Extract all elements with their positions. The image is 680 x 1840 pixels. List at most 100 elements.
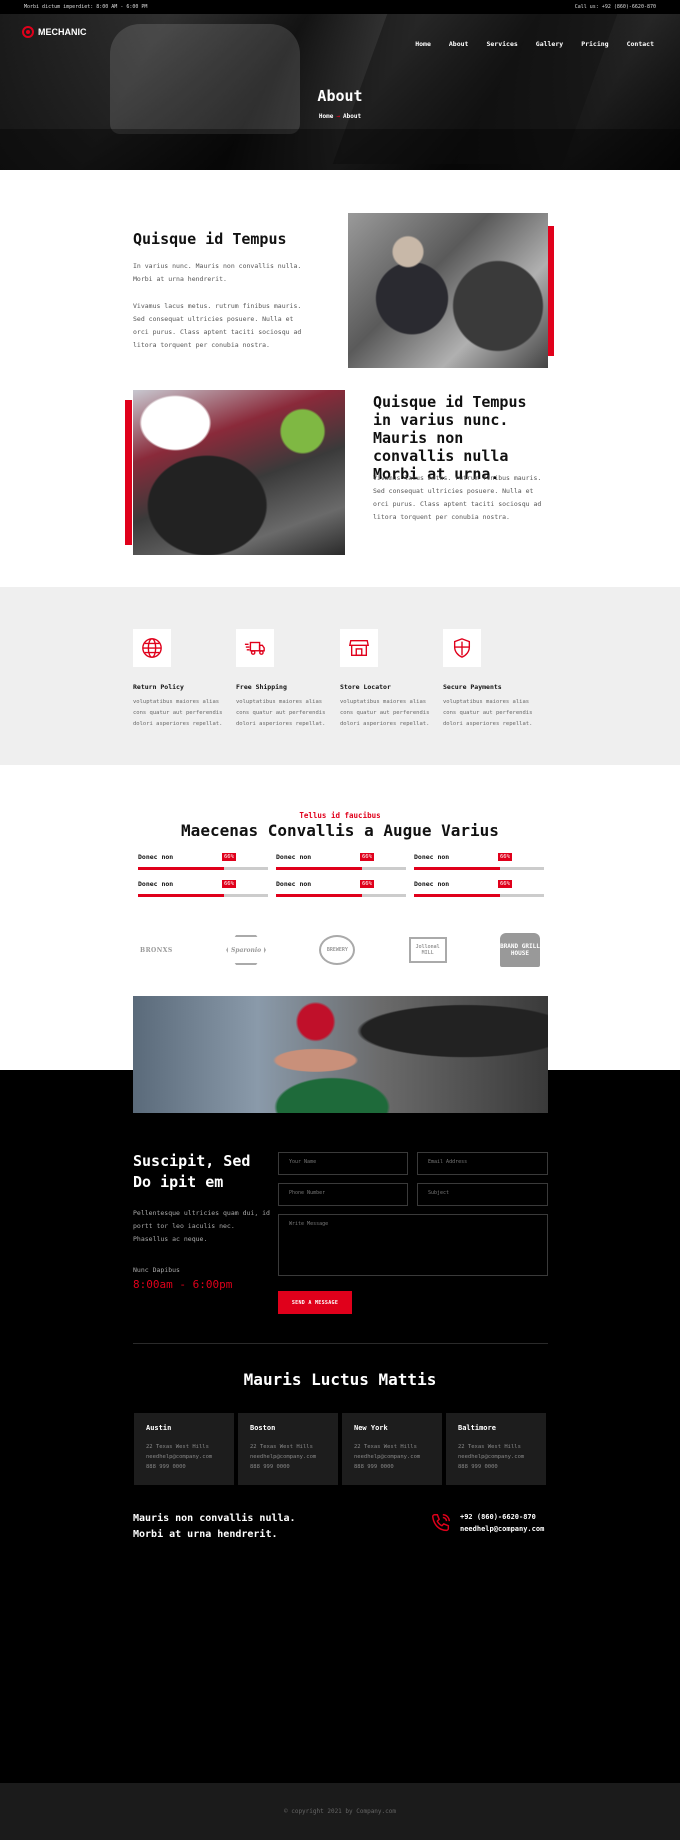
brand-logo-grill-house: BRAND GRILL HOUSE	[499, 933, 540, 967]
progress-bar: Donec non 66%	[414, 880, 544, 902]
name-field[interactable]: Your Name	[278, 1152, 408, 1175]
feature-return-policy: Return Policy voluptatibus maiores alias…	[133, 629, 228, 730]
message-textarea[interactable]: Write Message	[278, 1214, 548, 1276]
hours-value: 8:00am - 6:00pm	[133, 1278, 233, 1291]
red-accent-bar	[547, 226, 554, 356]
feature-store-locator: Store Locator voluptatibus maiores alias…	[340, 629, 435, 730]
progress-bar: Donec non 66%	[414, 853, 544, 875]
mechanic-motorcycle-photo	[348, 213, 548, 368]
progress-label: Donec non	[276, 853, 312, 861]
hours-label: Nunc Dapibus	[133, 1266, 180, 1274]
feature-free-shipping: Free Shipping voluptatibus maiores alias…	[236, 629, 331, 730]
progress-percent: 66%	[222, 853, 236, 861]
progress-label: Donec non	[138, 880, 174, 888]
location-city: Boston	[250, 1424, 276, 1432]
hero-banner: MECHANIC Home About Services Gallery Pri…	[0, 14, 680, 170]
about1-paragraph-2: Vivamus lacus metus. rutrum finibus maur…	[133, 302, 302, 349]
contact-section: Suscipit, Sed Do ipit em Pellentesque ul…	[0, 996, 680, 1840]
location-card: New York 22 Texas West Hills needhelp@co…	[342, 1413, 442, 1485]
progress-bar: Donec non 66%	[138, 853, 268, 875]
breadcrumb-home[interactable]: Home	[319, 113, 333, 120]
breadcrumb: Home → About	[0, 113, 680, 120]
nav-home[interactable]: Home	[415, 40, 431, 48]
brand-logo-bronxs: BRONXS	[140, 946, 173, 954]
send-message-button[interactable]: SEND A MESSAGE	[278, 1291, 352, 1314]
store-icon	[348, 639, 370, 657]
page-title: About	[317, 87, 363, 105]
phone-field[interactable]: Phone Number	[278, 1183, 408, 1206]
feature-text: voluptatibus maiores alias cons quatur a…	[133, 699, 223, 727]
location-phone: 888 999 0000	[354, 1464, 394, 1470]
brand-logo-sparonio: Sparonio	[226, 935, 267, 965]
progress-percent: 66%	[498, 880, 512, 888]
features-section: Return Policy voluptatibus maiores alias…	[0, 587, 680, 765]
delivery-truck-icon	[244, 641, 265, 655]
progress-percent: 66%	[360, 853, 374, 861]
footer-tagline-line2: Morbi at urna hendrerit.	[133, 1529, 278, 1540]
red-accent-bar	[125, 400, 132, 545]
progress-label: Donec non	[414, 853, 450, 861]
site-logo[interactable]: MECHANIC	[22, 26, 87, 38]
feature-secure-payments: Secure Payments voluptatibus maiores ali…	[443, 629, 538, 730]
footer-email[interactable]: needhelp@company.com	[460, 1523, 544, 1535]
contact-text: Pellentesque ultricies quam dui, id port…	[133, 1209, 270, 1243]
about1-paragraph-1: In varius nunc. Mauris non convallis nul…	[133, 262, 302, 283]
progress-label: Donec non	[276, 880, 312, 888]
phone-icon	[432, 1514, 450, 1532]
nav-services[interactable]: Services	[486, 40, 517, 48]
nav-pricing[interactable]: Pricing	[581, 40, 608, 48]
footer-phone[interactable]: +92 (860)-6620-870	[460, 1511, 544, 1523]
progress-fill	[138, 894, 224, 897]
nav-gallery[interactable]: Gallery	[536, 40, 563, 48]
breadcrumb-arrow-icon: →	[336, 113, 340, 120]
progress-bar: Donec non 66%	[276, 880, 406, 902]
feature-text: voluptatibus maiores alias cons quatur a…	[340, 699, 430, 727]
female-mechanic-photo	[133, 996, 548, 1113]
location-email[interactable]: needhelp@company.com	[354, 1452, 430, 1462]
about2-title: Quisque id Tempus in varius nunc. Mauris…	[373, 393, 527, 483]
location-email[interactable]: needhelp@company.com	[458, 1452, 534, 1462]
location-phone: 888 999 0000	[458, 1464, 498, 1470]
feature-text: voluptatibus maiores alias cons quatur a…	[443, 699, 533, 727]
feature-title: Secure Payments	[443, 683, 502, 691]
progress-bar: Donec non 66%	[276, 853, 406, 875]
progress-percent: 66%	[360, 880, 374, 888]
gear-logo-icon	[22, 26, 34, 38]
brand-name: MECHANIC	[38, 27, 87, 37]
location-phone: 888 999 0000	[250, 1464, 290, 1470]
nav-contact[interactable]: Contact	[627, 40, 654, 48]
breadcrumb-current: About	[343, 113, 362, 120]
globe-icon	[142, 638, 162, 658]
progress-percent: 66%	[498, 853, 512, 861]
feature-title: Store Locator	[340, 683, 391, 691]
copyright-bar: © copyright 2021 by Company.com	[0, 1783, 680, 1840]
skills-title: Maecenas Convallis a Augue Varius	[181, 821, 499, 840]
location-address: 22 Texas West Hills	[458, 1444, 521, 1450]
subject-field[interactable]: Subject	[417, 1183, 548, 1206]
main-nav: Home About Services Gallery Pricing Cont…	[415, 40, 654, 48]
about-section-1: Quisque id Tempus In varius nunc. Mauris…	[0, 170, 680, 380]
progress-fill	[414, 894, 500, 897]
section-divider	[133, 1343, 548, 1344]
brand-logos: BRONXS Sparonio BREWERY Jollonal MILL BR…	[140, 933, 540, 967]
location-email[interactable]: needhelp@company.com	[250, 1452, 326, 1462]
progress-label: Donec non	[414, 880, 450, 888]
feature-title: Return Policy	[133, 683, 184, 691]
opening-hours-text: Morbi dictum imperdiet: 8:00 AM - 6:00 P…	[24, 4, 148, 10]
location-address: 22 Texas West Hills	[250, 1444, 313, 1450]
location-city: Austin	[146, 1424, 172, 1432]
hero-floor-shape	[0, 129, 680, 170]
email-field[interactable]: Email Address	[417, 1152, 548, 1175]
location-city: Baltimore	[458, 1424, 496, 1432]
nav-about[interactable]: About	[449, 40, 469, 48]
shield-icon	[453, 638, 471, 658]
location-address: 22 Texas West Hills	[354, 1444, 417, 1450]
location-email[interactable]: needhelp@company.com	[146, 1452, 222, 1462]
footer-contact: +92 (860)-6620-870 needhelp@company.com	[430, 1511, 544, 1535]
progress-fill	[276, 894, 362, 897]
feature-title: Free Shipping	[236, 683, 287, 691]
progress-label: Donec non	[138, 853, 174, 861]
location-card: Austin 22 Texas West Hills needhelp@comp…	[134, 1413, 234, 1485]
location-city: New York	[354, 1424, 388, 1432]
call-us-text: Call us: +92 (860)-6620-870	[574, 4, 656, 10]
